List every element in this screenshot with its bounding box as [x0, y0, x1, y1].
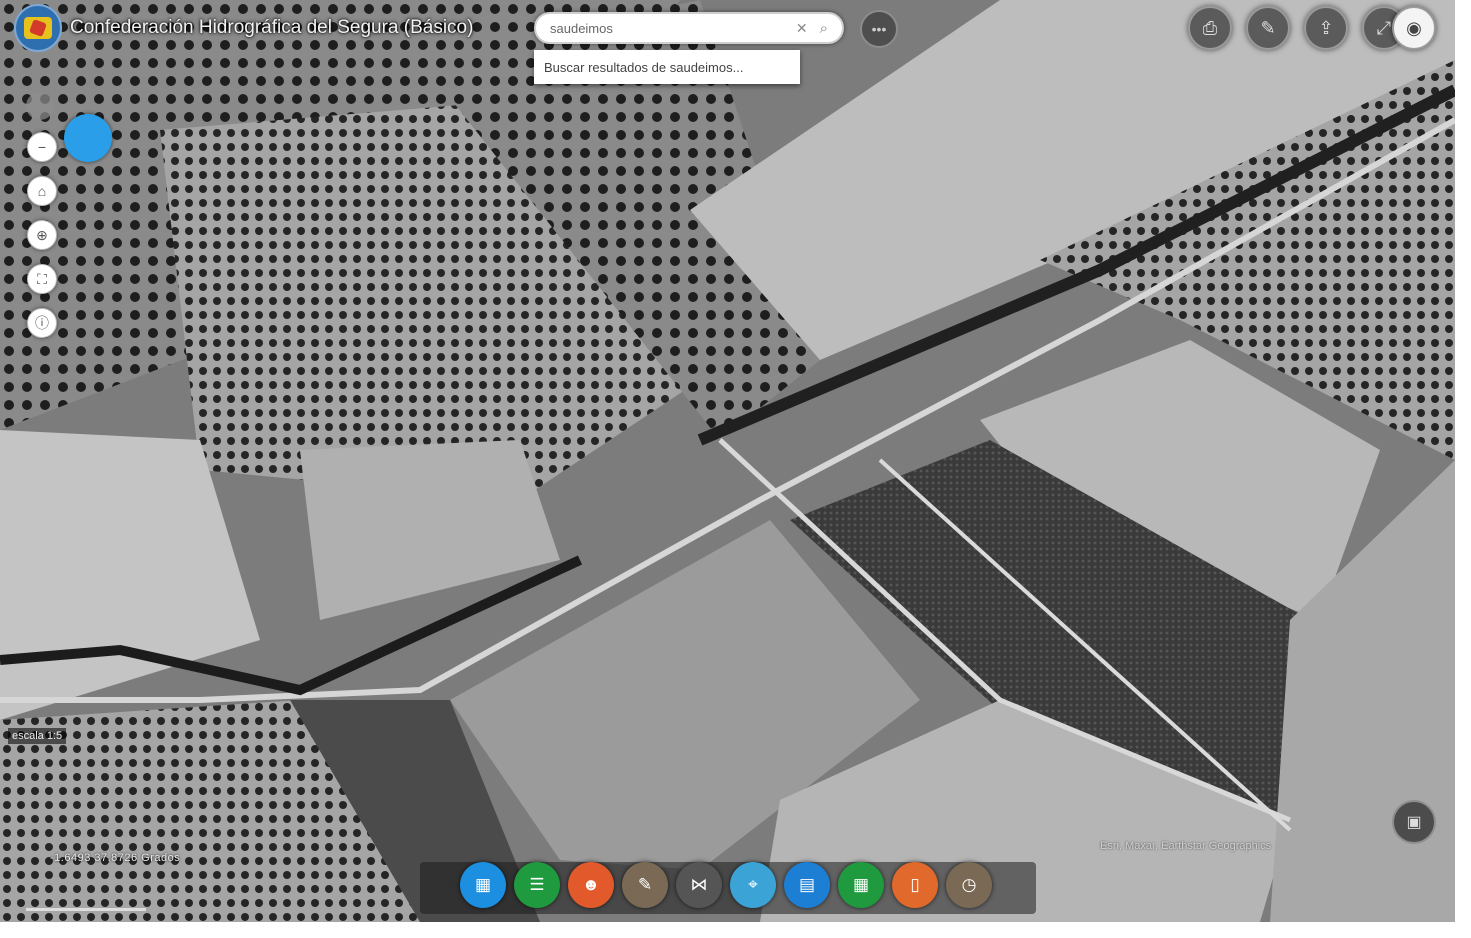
- share-button[interactable]: ⇪: [1304, 6, 1348, 50]
- draw-icon: ✎: [637, 875, 653, 894]
- chart-icon: ▤: [798, 875, 816, 894]
- location-tool-button[interactable]: ⌖: [730, 862, 776, 908]
- map-tool-button[interactable]: ▦: [460, 862, 506, 908]
- position-marker[interactable]: [64, 114, 112, 162]
- aerial-imagery: [0, 0, 1455, 922]
- share-icon: ⇪: [1318, 17, 1334, 38]
- info-icon: ⓘ: [35, 315, 49, 331]
- user-tool-button[interactable]: ☻: [568, 862, 614, 908]
- title-bar: Confederación Hidrográfica del Segura (B…: [14, 4, 474, 52]
- scale-label: escala 1:5: [8, 728, 67, 744]
- layers-icon: ▣: [1406, 814, 1422, 831]
- fullscreen-icon: ⛶: [37, 270, 47, 287]
- search-box[interactable]: ✕ ⌕: [534, 12, 844, 44]
- time-icon: ◷: [961, 875, 977, 894]
- coordinate-readout: -1.6493 37.8726 Grados: [50, 852, 181, 864]
- logo-icon: [14, 4, 62, 52]
- map-view[interactable]: Confederación Hidrográfica del Segura (B…: [0, 0, 1455, 922]
- locate-icon: ⊕: [36, 226, 48, 243]
- scale-bar: [26, 908, 146, 911]
- measure-icon: ✎: [1260, 17, 1276, 38]
- table-icon: ☰: [529, 875, 545, 894]
- measure-button[interactable]: ✎: [1246, 6, 1290, 50]
- eye-icon: ◉: [1406, 17, 1422, 38]
- layers-button[interactable]: ▣: [1392, 800, 1436, 844]
- grid-icon: ▦: [852, 875, 870, 894]
- share-icon-2: ⤢: [1376, 17, 1392, 38]
- print-button[interactable]: ⎙: [1188, 6, 1232, 50]
- map-attribution: Esri, Maxar, Earthstar Geographics: [1100, 840, 1272, 852]
- locate-button[interactable]: ⊕: [27, 220, 57, 250]
- location-icon: ⌖: [748, 875, 758, 894]
- eye-button[interactable]: ◉: [1392, 6, 1436, 50]
- search-suggestion[interactable]: Buscar resultados de saudeimos...: [534, 50, 800, 84]
- map-marker-shadow: [26, 92, 54, 120]
- bottom-toolbar: [420, 862, 1036, 914]
- time-tool-button[interactable]: ◷: [946, 862, 992, 908]
- fullscreen-button[interactable]: ⛶: [27, 264, 57, 294]
- map-icon: ▦: [474, 875, 492, 894]
- user-icon: ☻: [582, 875, 600, 894]
- document-tool-button[interactable]: ▯: [892, 862, 938, 908]
- draw-tool-button[interactable]: ✎: [622, 862, 668, 908]
- share-nodes-tool-button[interactable]: ⋈: [676, 862, 722, 908]
- info-button[interactable]: ⓘ: [27, 308, 57, 338]
- clear-icon[interactable]: ✕: [796, 20, 808, 37]
- search-menu-button[interactable]: •••: [860, 10, 898, 48]
- print-icon: ⎙: [1202, 17, 1218, 38]
- table-tool-button[interactable]: ☰: [514, 862, 560, 908]
- document-icon: ▯: [910, 875, 920, 894]
- zoom-out-icon: −: [37, 139, 47, 155]
- share-nodes-icon: ⋈: [690, 875, 708, 894]
- home-button[interactable]: ⌂: [27, 176, 57, 206]
- search-icon[interactable]: ⌕: [820, 20, 828, 37]
- zoom-out-button[interactable]: −: [27, 132, 57, 162]
- page-margin-right: [1455, 0, 1471, 938]
- app-title: Confederación Hidrográfica del Segura (B…: [70, 17, 474, 38]
- more-icon: •••: [871, 21, 887, 37]
- home-icon: ⌂: [37, 183, 47, 199]
- grid-tool-button[interactable]: ▦: [838, 862, 884, 908]
- search-input[interactable]: [548, 19, 796, 37]
- chart-tool-button[interactable]: ▤: [784, 862, 830, 908]
- page-margin-bottom: [0, 922, 1471, 938]
